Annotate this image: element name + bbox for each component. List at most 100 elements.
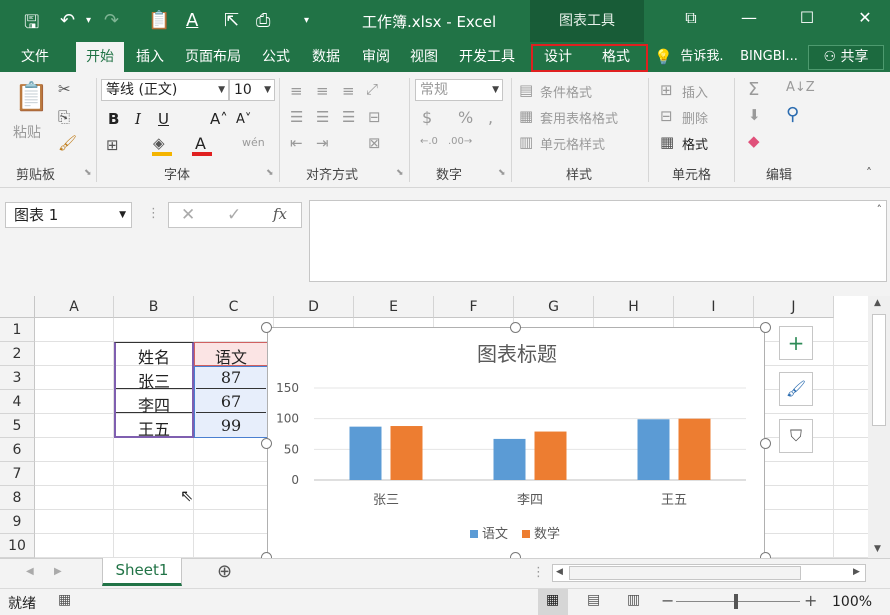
orientation-icon[interactable]: ⤢ (366, 80, 378, 98)
font-size-select[interactable]: 10 ▼ (229, 79, 275, 101)
column-header[interactable]: C (194, 296, 274, 318)
drag-handle-icon[interactable]: ⋮ (147, 206, 160, 221)
clear-icon[interactable]: ◆ (748, 132, 760, 150)
row-header[interactable]: 8 (0, 486, 35, 510)
tab-insert[interactable]: 插入 (128, 42, 172, 72)
undo-dropdown-icon[interactable]: ▾ (86, 15, 91, 26)
align-center-icon[interactable]: ☰ (316, 108, 329, 126)
zoom-in-icon[interactable]: + (804, 591, 817, 610)
enter-icon[interactable]: ✓ (227, 205, 241, 225)
zoom-slider-thumb[interactable] (734, 594, 738, 609)
customize-qa-icon[interactable]: ▾ (304, 15, 309, 26)
normal-view-button[interactable]: ▦ (538, 589, 568, 615)
number-format-select[interactable]: 常规 ▼ (415, 79, 503, 101)
bold-button[interactable]: B (108, 110, 119, 128)
font-name-select[interactable]: 等线 (正文) ▼ (101, 79, 229, 101)
resize-handle[interactable] (510, 322, 521, 333)
scroll-left-icon[interactable]: ◀ (556, 567, 563, 577)
fill-color-icon[interactable]: ◈ (153, 134, 165, 152)
cell-b4[interactable]: 李四 (114, 392, 194, 416)
cancel-icon[interactable]: ✕ (181, 205, 195, 225)
horizontal-scrollbar[interactable]: ◀ ▶ (552, 564, 866, 582)
copy-icon[interactable]: ⎘ (58, 108, 70, 126)
dialog-launcher-icon[interactable]: ⬊ (498, 168, 506, 178)
shrink-font-icon[interactable]: A˅ (236, 112, 251, 127)
column-header[interactable]: J (754, 296, 834, 318)
close-icon[interactable]: ✕ (850, 8, 880, 27)
autosum-icon[interactable]: Σ (748, 79, 759, 100)
share-button[interactable]: ⚇ 共享 (808, 45, 884, 70)
tell-me-search[interactable]: 告诉我. (674, 42, 730, 72)
row-header[interactable]: 10 (0, 534, 35, 558)
row-header[interactable]: 7 (0, 462, 35, 486)
currency-icon[interactable]: $ (422, 108, 432, 127)
add-sheet-icon[interactable]: ⊕ (217, 561, 232, 582)
font-color-icon[interactable]: A (195, 134, 206, 153)
user-name[interactable]: BINGBI... (736, 42, 802, 72)
tab-developer[interactable]: 开发工具 (452, 42, 522, 72)
row-header[interactable]: 5 (0, 414, 35, 438)
tab-view[interactable]: 视图 (402, 42, 446, 72)
resize-handle[interactable] (760, 438, 771, 449)
percent-icon[interactable]: % (458, 108, 473, 127)
cell-b3[interactable]: 张三 (114, 368, 194, 392)
tab-home[interactable]: 开始 (76, 42, 124, 73)
insert-cells-button[interactable]: 插入 (682, 82, 708, 101)
cell-c2[interactable]: 语文 (194, 344, 268, 368)
font-color-qa-icon[interactable]: A (186, 10, 198, 31)
zoom-out-icon[interactable]: − (661, 591, 674, 610)
cell-b5[interactable]: 王五 (114, 416, 194, 440)
dialog-launcher-icon[interactable]: ⬊ (396, 168, 404, 178)
ribbon-display-icon[interactable]: ⧉ (676, 8, 706, 28)
dialog-launcher-icon[interactable]: ⬊ (84, 168, 92, 178)
prev-sheet-icon[interactable]: ◀ (26, 566, 34, 577)
collapse-ribbon-icon[interactable]: ˄ (866, 166, 872, 180)
redo-icon[interactable]: ↷ (104, 10, 119, 31)
align-left-icon[interactable]: ☰ (290, 108, 303, 126)
scroll-down-icon[interactable]: ▼ (874, 544, 881, 554)
cell-style-button[interactable]: 单元格样式 (540, 134, 605, 153)
paste-icon[interactable]: 📋 (14, 80, 49, 113)
increase-decimal-icon[interactable]: ←.0 (420, 136, 438, 147)
align-middle-icon[interactable]: ≡ (316, 82, 329, 100)
undo-icon[interactable]: ↶ (60, 10, 75, 31)
cell-b2[interactable]: 姓名 (114, 344, 194, 368)
comma-icon[interactable]: , (488, 108, 493, 127)
align-right-icon[interactable]: ☰ (342, 108, 355, 126)
name-box[interactable]: 图表 1 ▼ (5, 202, 132, 228)
tab-formulas[interactable]: 公式 (254, 42, 298, 72)
resize-handle[interactable] (261, 438, 272, 449)
column-header[interactable]: E (354, 296, 434, 318)
delete-cells-button[interactable]: 删除 (682, 108, 708, 127)
fill-icon[interactable]: ⬇ (748, 106, 761, 124)
format-painter-icon[interactable]: 🖌 (58, 134, 77, 152)
save-icon[interactable]: 🖫 (24, 10, 39, 40)
scroll-thumb[interactable] (872, 314, 886, 426)
zoom-slider-track[interactable] (676, 601, 800, 602)
column-header[interactable]: I (674, 296, 754, 318)
chart-elements-button[interactable]: + (779, 326, 813, 360)
align-bottom-icon[interactable]: ≡ (342, 82, 355, 100)
format-cells-button[interactable]: 格式 (682, 134, 708, 153)
row-header[interactable]: 6 (0, 438, 35, 462)
decrease-decimal-icon[interactable]: .00→ (448, 136, 472, 147)
cell-c3[interactable]: 87 (194, 368, 268, 387)
find-icon[interactable]: ⚲ (786, 104, 799, 125)
page-layout-view-icon[interactable]: ▤ (587, 592, 600, 608)
cell-c4[interactable]: 67 (194, 392, 268, 411)
tab-review[interactable]: 审阅 (354, 42, 398, 72)
worksheet-grid[interactable]: ABCDEFGHIJ 1 2 3 4 5 6 7 8 9 10 姓名 语文 张三 李四 王五 87… (0, 296, 868, 558)
macro-record-icon[interactable]: ▦ (58, 592, 71, 608)
row-header[interactable]: 4 (0, 390, 35, 414)
align-top-icon[interactable]: ≡ (290, 82, 303, 100)
minimize-icon[interactable]: — (734, 8, 764, 27)
pointer-icon[interactable]: ⇱ (224, 10, 239, 31)
scroll-right-icon[interactable]: ▶ (853, 567, 860, 577)
dialog-launcher-icon[interactable]: ⬊ (266, 168, 274, 178)
maximize-icon[interactable]: ☐ (792, 8, 822, 27)
zoom-level[interactable]: 100% (832, 594, 872, 610)
phonetic-icon[interactable]: wén (242, 136, 265, 149)
tab-data[interactable]: 数据 (304, 42, 348, 72)
print-icon[interactable]: ⎙ (256, 10, 270, 31)
column-header[interactable]: D (274, 296, 354, 318)
